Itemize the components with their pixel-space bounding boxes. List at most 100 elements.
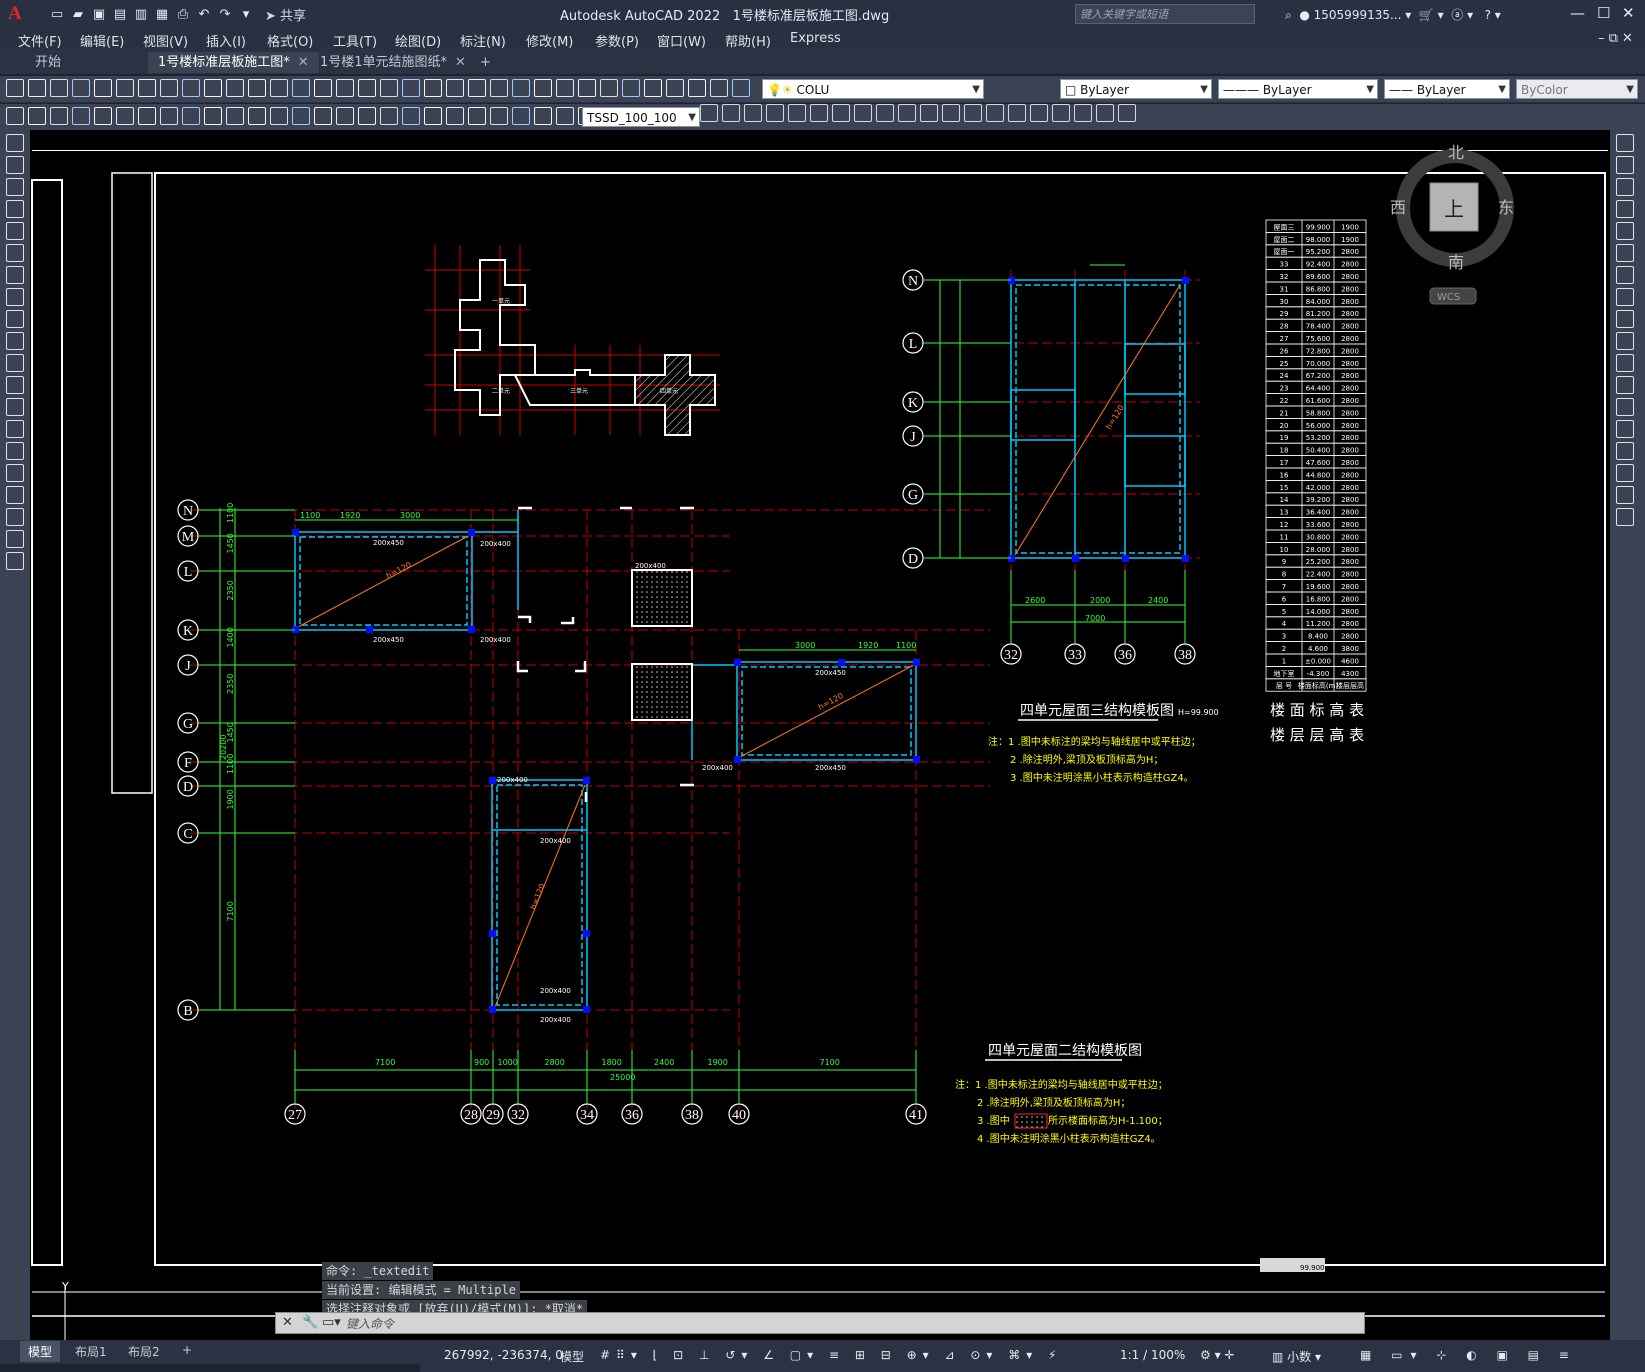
modify-tool-icon[interactable]	[1616, 178, 1634, 196]
modify-tool-icon[interactable]	[1616, 442, 1634, 460]
tool-icon[interactable]	[94, 79, 112, 97]
draw-tool-icon[interactable]	[6, 420, 24, 438]
menu-edit[interactable]: 编辑(E)	[80, 31, 124, 50]
dimension-tool-icon[interactable]	[182, 107, 200, 125]
style-tool-icon[interactable]	[1118, 104, 1136, 122]
tool-icon[interactable]	[556, 79, 574, 97]
tool-icon[interactable]	[688, 79, 706, 97]
modify-tool-icon[interactable]	[1616, 244, 1634, 262]
tool-icon[interactable]	[28, 79, 46, 97]
tool-icon[interactable]	[248, 79, 266, 97]
modify-tool-icon[interactable]	[1616, 310, 1634, 328]
model-space-toggle[interactable]: 模型	[560, 1348, 584, 1365]
tab-model[interactable]: 模型	[20, 1341, 61, 1362]
menu-file[interactable]: 文件(F)	[18, 31, 62, 50]
tool-icon[interactable]	[468, 79, 486, 97]
tool-icon[interactable]	[534, 79, 552, 97]
new-file-icon[interactable]: ▭	[48, 5, 66, 23]
autocad-logo[interactable]: A	[8, 3, 30, 25]
tool-icon[interactable]	[358, 79, 376, 97]
plotstyle-dropdown[interactable]: ByColor ▼	[1516, 79, 1638, 99]
dimension-tool-icon[interactable]	[336, 107, 354, 125]
draw-tool-icon[interactable]	[6, 508, 24, 526]
gear-icon[interactable]: ⚙ ▾ ✛	[1200, 1348, 1234, 1362]
dimension-tool-icon[interactable]	[28, 107, 46, 125]
dimension-tool-icon[interactable]	[446, 107, 464, 125]
tool-icon[interactable]	[292, 79, 310, 97]
linetype-dropdown[interactable]: ——— ByLayer ▼	[1218, 79, 1378, 99]
annotation-scale[interactable]: 1:1 / 100%	[1120, 1348, 1185, 1362]
modify-tool-icon[interactable]	[1616, 376, 1634, 394]
user-account[interactable]: ⌕ ● 1505999135... ▾ 🛒 ▾ ⓐ ▾ ? ▾	[1285, 6, 1501, 23]
tool-icon[interactable]	[380, 79, 398, 97]
viewcube-north[interactable]: 北	[1448, 143, 1464, 162]
units-dropdown[interactable]: ▥ 小数 ▾	[1272, 1348, 1321, 1365]
dimension-tool-icon[interactable]	[270, 107, 288, 125]
wcs-menu[interactable]: WCS	[1437, 292, 1460, 303]
save-icon[interactable]: ▣	[90, 5, 108, 23]
menu-view[interactable]: 视图(V)	[143, 31, 188, 50]
viewcube-south[interactable]: 南	[1448, 253, 1464, 272]
wrench-icon[interactable]: 🔧	[302, 1315, 318, 1330]
modify-tool-icon[interactable]	[1616, 200, 1634, 218]
close-icon[interactable]: ✕	[1622, 4, 1635, 22]
tool-icon[interactable]	[512, 79, 530, 97]
minimize-icon[interactable]: —	[1570, 4, 1585, 22]
modify-tool-icon[interactable]	[1616, 266, 1634, 284]
share-button[interactable]: ➤ 共享	[265, 5, 306, 24]
modify-tool-icon[interactable]	[1616, 464, 1634, 482]
viewcube-east[interactable]: 东	[1498, 198, 1514, 217]
save-web-icon[interactable]: ▦	[153, 5, 171, 23]
close-tab-icon[interactable]: ✕	[298, 55, 309, 70]
color-dropdown[interactable]: □ ByLayer ▼	[1060, 79, 1212, 99]
style-tool-icon[interactable]	[854, 104, 872, 122]
dimension-tool-icon[interactable]	[248, 107, 266, 125]
tab-drawing-2[interactable]: 1号楼1单元结施图纸* ✕	[310, 52, 476, 73]
dimension-tool-icon[interactable]	[380, 107, 398, 125]
style-tool-icon[interactable]	[700, 104, 718, 122]
draw-tool-icon[interactable]	[6, 442, 24, 460]
menu-format[interactable]: 格式(O)	[267, 31, 313, 50]
tool-icon[interactable]	[710, 79, 728, 97]
dimension-tool-icon[interactable]	[204, 107, 222, 125]
tool-icon[interactable]	[138, 79, 156, 97]
dimension-tool-icon[interactable]	[490, 107, 508, 125]
new-tab-button[interactable]: +	[470, 52, 501, 73]
tool-icon[interactable]	[336, 79, 354, 97]
dimension-tool-icon[interactable]	[468, 107, 486, 125]
style-tool-icon[interactable]	[898, 104, 916, 122]
menu-window[interactable]: 窗口(W)	[657, 31, 706, 50]
tool-icon[interactable]	[270, 79, 288, 97]
dimension-tool-icon[interactable]	[94, 107, 112, 125]
tool-icon[interactable]	[402, 79, 420, 97]
dimension-tool-icon[interactable]	[160, 107, 178, 125]
customize-dropdown-icon[interactable]: ▾	[237, 5, 255, 23]
tool-icon[interactable]	[446, 79, 464, 97]
style-tool-icon[interactable]	[1052, 104, 1070, 122]
dimension-tool-icon[interactable]	[50, 107, 68, 125]
command-prompt-icon[interactable]: ▭▾	[322, 1315, 341, 1330]
style-tool-icon[interactable]	[876, 104, 894, 122]
style-tool-icon[interactable]	[810, 104, 828, 122]
dimstyle-dropdown[interactable]: TSSD_100_100 ▼	[582, 107, 700, 127]
tab-layout1[interactable]: 布局1	[75, 1343, 107, 1360]
dimension-tool-icon[interactable]	[512, 107, 530, 125]
style-tool-icon[interactable]	[722, 104, 740, 122]
undo-icon[interactable]: ↶	[195, 5, 213, 23]
draw-tool-icon[interactable]	[6, 310, 24, 328]
close-icon[interactable]: ✕	[282, 1315, 293, 1330]
draw-tool-icon[interactable]	[6, 134, 24, 152]
tool-icon[interactable]	[666, 79, 684, 97]
modify-tool-icon[interactable]	[1616, 398, 1634, 416]
draw-tool-icon[interactable]	[6, 266, 24, 284]
menu-express[interactable]: Express	[790, 31, 841, 46]
draw-tool-icon[interactable]	[6, 398, 24, 416]
dimension-tool-icon[interactable]	[358, 107, 376, 125]
tool-icon[interactable]	[116, 79, 134, 97]
status-right-icons[interactable]: ▦ ▭▾ ⊹ ◐ ▣ ▤ ≡	[1360, 1348, 1577, 1362]
tab-drawing-1[interactable]: 1号楼标准层板施工图* ✕	[148, 52, 319, 73]
drawing-canvas[interactable]: Y 一单元 二单元 三单元 四单元 h=120 h=120 h=120 1100…	[30, 130, 1610, 1340]
dimension-tool-icon[interactable]	[6, 107, 24, 125]
tool-icon[interactable]	[204, 79, 222, 97]
tool-icon[interactable]	[622, 79, 640, 97]
